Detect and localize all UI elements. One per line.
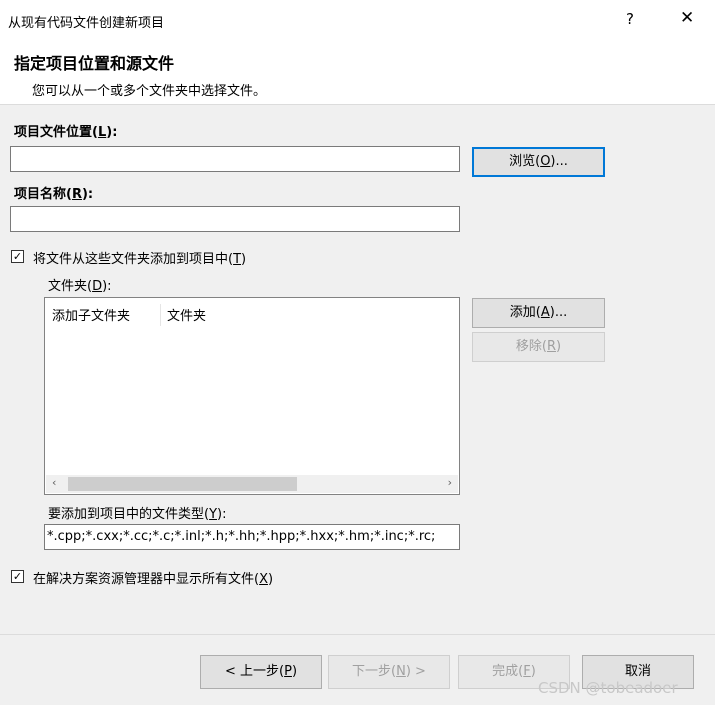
horizontal-scrollbar[interactable]: ‹ ›: [46, 475, 458, 493]
location-label: 项目文件位置(L):: [14, 125, 118, 140]
add-folders-checkbox[interactable]: ✓: [11, 250, 24, 263]
column-header-folder[interactable]: 文件夹: [167, 305, 206, 324]
title-bar: 从现有代码文件创建新项目 ? ✕: [0, 0, 715, 41]
footer-divider: [0, 634, 715, 635]
remove-folder-button[interactable]: 移除(R): [472, 332, 605, 362]
close-icon[interactable]: ✕: [680, 8, 694, 28]
scrollbar-thumb[interactable]: [68, 477, 297, 491]
add-folder-button[interactable]: 添加(A)...: [472, 298, 605, 328]
filetypes-label: 要添加到项目中的文件类型(Y):: [48, 507, 227, 522]
column-divider[interactable]: [160, 304, 161, 326]
filetypes-input[interactable]: *.cpp;*.cxx;*.cc;*.c;*.inl;*.h;*.hh;*.hp…: [44, 524, 460, 550]
scroll-right-icon[interactable]: ›: [448, 476, 452, 489]
browse-button[interactable]: 浏览(O)...: [472, 147, 605, 177]
folders-label: 文件夹(D):: [48, 279, 112, 294]
column-header-subfolders[interactable]: 添加子文件夹: [52, 305, 130, 324]
wizard-header: 指定项目位置和源文件 您可以从一个或多个文件夹中选择文件。: [0, 41, 715, 105]
back-button[interactable]: < 上一步(P): [200, 655, 322, 689]
add-folders-label: 将文件从这些文件夹添加到项目中(T): [33, 252, 247, 267]
help-icon[interactable]: ?: [626, 10, 634, 28]
watermark: CSDN @tobeadoer: [538, 679, 678, 697]
next-button[interactable]: 下一步(N) >: [328, 655, 450, 689]
show-all-checkbox[interactable]: ✓: [11, 570, 24, 583]
folders-list[interactable]: 添加子文件夹 文件夹 ‹ ›: [44, 297, 460, 495]
page-subtitle: 您可以从一个或多个文件夹中选择文件。: [32, 84, 267, 99]
location-input[interactable]: [10, 146, 460, 172]
check-icon: ✓: [12, 570, 23, 583]
scroll-left-icon[interactable]: ‹: [52, 476, 56, 489]
check-icon: ✓: [12, 250, 23, 263]
name-label: 项目名称(R):: [14, 187, 94, 202]
show-all-label: 在解决方案资源管理器中显示所有文件(X): [33, 572, 274, 587]
window-title: 从现有代码文件创建新项目: [8, 16, 165, 31]
name-input[interactable]: [10, 206, 460, 232]
page-title: 指定项目位置和源文件: [14, 54, 175, 73]
